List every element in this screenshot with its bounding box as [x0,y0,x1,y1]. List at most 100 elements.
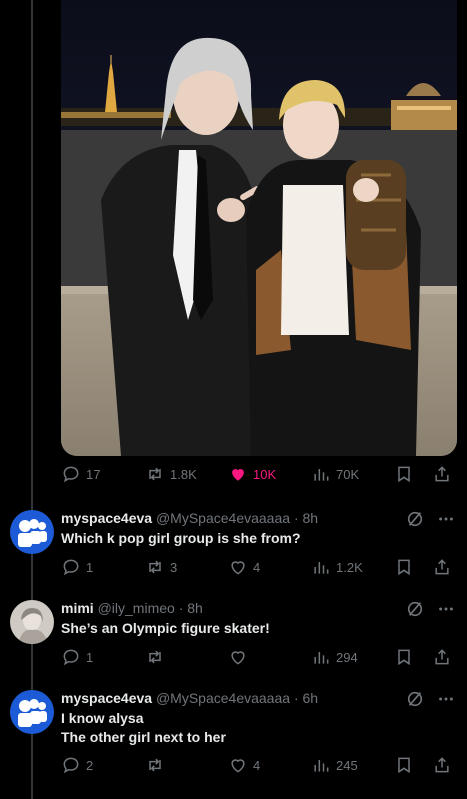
share-button[interactable] [432,555,452,579]
bookmark-button[interactable] [394,645,414,669]
share-button[interactable] [432,645,452,669]
repost-icon [149,758,161,772]
reply-text: She’s an Olympic figure skater! [61,619,270,638]
display-name[interactable]: mimi [61,600,94,616]
bookmark-button[interactable] [394,555,414,579]
reply-text-line: I know alysa [61,710,144,726]
display-name[interactable]: myspace4eva [61,690,152,706]
handle[interactable]: @MySpace4evaaaaa [156,690,290,706]
reply-icon [63,757,79,774]
myspace-logo-icon [10,510,54,554]
views-count: 1.2K [336,559,363,575]
grok-icon[interactable] [406,600,424,618]
more-options-icon[interactable] [437,690,455,708]
like-button[interactable]: 10K [228,462,276,486]
bookmark-button[interactable] [394,462,414,486]
views-count: 70K [336,466,360,482]
bookmark-icon [398,559,410,576]
views-button[interactable]: 1.2K [311,555,363,579]
reply-count: 2 [86,757,94,773]
reply-icon [63,559,79,576]
reply-button[interactable]: 1 [61,645,93,669]
views-button[interactable]: 70K [311,462,359,486]
reply-action-bar: 2 4 245 [61,753,457,777]
reply-button[interactable]: 17 [61,462,100,486]
like-count: 4 [253,559,261,575]
avatar-photo [10,600,54,644]
reply-item[interactable]: myspace4eva @MySpace4evaaaaa · 8h Which … [0,510,467,590]
like-button[interactable]: 4 [228,753,260,777]
views-button[interactable]: 294 [311,645,358,669]
share-button[interactable] [432,753,452,777]
reply-icon [63,649,79,666]
views-icon [314,469,329,481]
more-options-icon[interactable] [437,510,455,528]
timestamp[interactable]: · 8h [179,600,203,616]
reply-text: Which k pop girl group is she from? [61,529,301,548]
reply-button[interactable]: 2 [61,753,93,777]
reply-header: myspace4eva @MySpace4evaaaaa · 8h [61,510,318,526]
repost-icon [149,650,161,664]
reply-action-bar: 1 294 [61,645,457,669]
reply-icon [63,466,79,483]
handle[interactable]: @MySpace4evaaaaa [156,510,290,526]
post-photo[interactable] [61,0,457,456]
repost-button[interactable] [145,753,170,777]
share-button[interactable] [432,462,452,486]
reply-text-line: Which k pop girl group is she from? [61,530,301,546]
reply-text: I know alysa The other girl next to her [61,709,226,747]
reply-text-line: She’s an Olympic figure skater! [61,620,270,636]
repost-icon [149,467,161,481]
repost-count: 1.8K [170,466,197,482]
share-icon [435,757,449,773]
heart-icon [231,651,245,665]
like-button[interactable] [228,645,253,669]
post-action-bar: 17 1.8K 10K 70K [61,462,457,486]
grok-icon[interactable] [406,510,424,528]
heart-filled-icon [232,469,244,481]
share-icon [435,466,449,482]
share-icon [435,649,449,665]
reply-count: 17 [86,466,101,482]
views-count: 294 [336,649,358,665]
display-name[interactable]: myspace4eva [61,510,152,526]
grok-icon[interactable] [406,690,424,708]
reply-count: 1 [86,559,94,575]
timestamp[interactable]: · 6h [294,690,318,706]
repost-icon [149,560,161,574]
reply-header: myspace4eva @MySpace4evaaaaa · 6h [61,690,318,706]
reply-item[interactable]: mimi @ily_mimeo · 8h She’s an Olympic fi… [0,600,467,680]
repost-button[interactable]: 1.8K [145,462,197,486]
avatar[interactable] [10,690,54,734]
more-options-icon[interactable] [437,600,455,618]
like-count: 10K [253,466,277,482]
like-button[interactable]: 4 [228,555,260,579]
reply-button[interactable]: 1 [61,555,93,579]
repost-button[interactable] [145,645,170,669]
bookmark-icon [398,649,410,666]
reply-header: mimi @ily_mimeo · 8h [61,600,203,616]
views-icon [314,652,329,664]
reply-text-line: The other girl next to her [61,729,226,745]
views-count: 245 [336,757,358,773]
views-icon [314,562,329,574]
avatar[interactable] [10,510,54,554]
repost-count: 3 [170,559,178,575]
avatar[interactable] [10,600,54,644]
bookmark-button[interactable] [394,753,414,777]
like-count: 4 [253,757,261,773]
bookmark-icon [398,757,410,774]
views-button[interactable]: 245 [311,753,358,777]
photo-illustration [61,0,457,456]
heart-icon [231,759,245,773]
bookmark-icon [398,466,410,483]
reply-action-bar: 1 3 4 1.2K [61,555,457,579]
repost-button[interactable]: 3 [145,555,177,579]
myspace-logo-icon [10,690,54,734]
timestamp[interactable]: · 8h [294,510,318,526]
reply-item[interactable]: myspace4eva @MySpace4evaaaaa · 6h I know… [0,690,467,790]
reply-count: 1 [86,649,94,665]
views-icon [314,760,329,772]
handle[interactable]: @ily_mimeo [98,600,175,616]
heart-icon [231,561,245,575]
